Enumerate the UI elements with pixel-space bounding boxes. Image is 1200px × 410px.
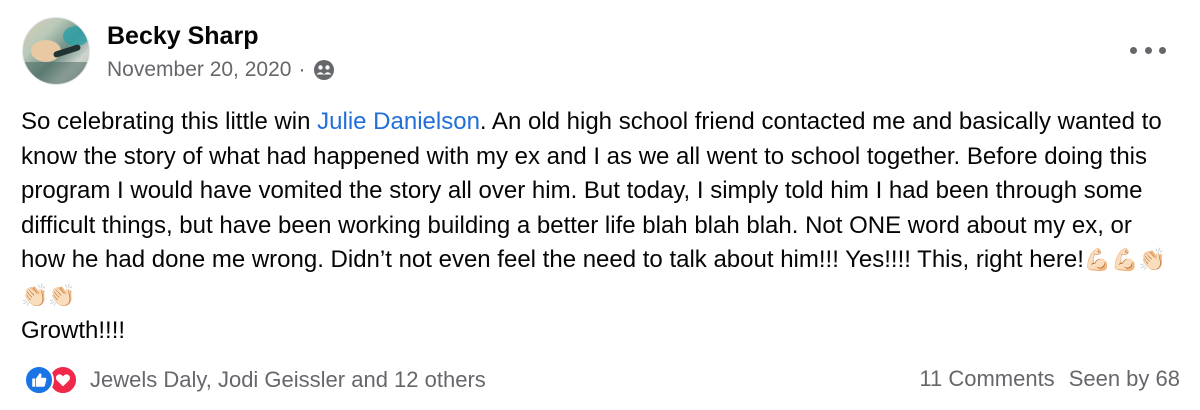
meta-separator: · xyxy=(298,58,306,81)
post-text: So celebrating this little win Julie Dan… xyxy=(21,105,1181,349)
seen-by-count[interactable]: Seen by 68 xyxy=(1069,366,1180,392)
author-avatar[interactable] xyxy=(22,17,90,85)
facebook-post: Becky Sharp November 20, 2020 · So celeb… xyxy=(0,0,1200,410)
post-meta: November 20, 2020 · xyxy=(107,58,336,82)
post-date[interactable]: November 20, 2020 xyxy=(107,58,291,82)
dot-icon xyxy=(1159,46,1166,54)
more-options-button[interactable] xyxy=(1130,38,1166,62)
mention-link[interactable]: Julie Danielson xyxy=(317,108,480,135)
dot-icon xyxy=(1130,46,1137,54)
reactions-row[interactable]: Jewels Daly, Jodi Geissler and 12 others xyxy=(24,364,486,396)
comments-count[interactable]: 11 Comments xyxy=(919,366,1054,392)
like-icon[interactable] xyxy=(24,365,54,395)
post-text-closing: Growth!!!! xyxy=(21,317,126,344)
author-name[interactable]: Becky Sharp xyxy=(107,22,258,51)
dot-icon xyxy=(1144,46,1152,54)
friends-icon[interactable] xyxy=(312,58,336,82)
post-text-intro: So celebrating this little win xyxy=(21,108,318,135)
reaction-names[interactable]: Jewels Daly, Jodi Geissler and 12 others xyxy=(90,367,486,393)
post-stats: 11 Comments Seen by 68 xyxy=(919,366,1180,392)
